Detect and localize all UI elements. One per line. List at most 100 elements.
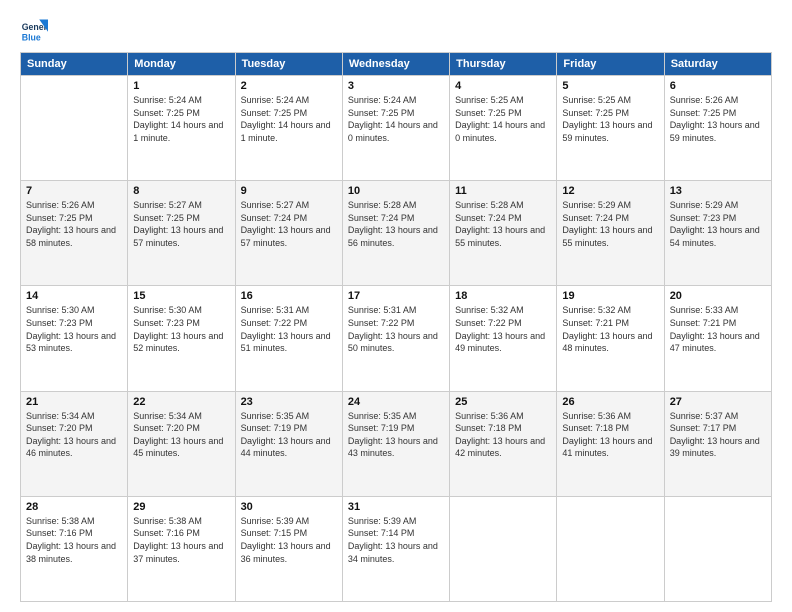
day-number: 11 [455,185,551,197]
calendar-cell: 23 Sunrise: 5:35 AMSunset: 7:19 PMDayligh… [235,391,342,496]
cell-info: Sunrise: 5:34 AMSunset: 7:20 PMDaylight:… [133,410,229,460]
calendar-cell [664,496,771,601]
calendar-cell: 16Sunrise: 5:31 AMSunset: 7:22 PMDayligh… [235,286,342,391]
day-number: 2 [241,80,337,92]
day-number: 19 [562,290,658,302]
week-row-1: 1 Sunrise: 5:24 AMSunset: 7:25 PMDaylight… [21,76,772,181]
cell-info: Sunrise: 5:32 AMSunset: 7:21 PMDaylight:… [562,304,658,354]
cell-info: Sunrise: 5:30 AMSunset: 7:23 PMDaylight:… [26,304,122,354]
cell-info: Sunrise: 5:33 AMSunset: 7:21 PMDaylight:… [670,304,766,354]
cell-info: Sunrise: 5:27 AMSunset: 7:25 PMDaylight:… [133,199,229,249]
calendar-cell [450,496,557,601]
cell-info: Sunrise: 5:35 AMSunset: 7:19 PMDaylight:… [348,410,444,460]
cell-info: Sunrise: 5:36 AMSunset: 7:18 PMDaylight:… [455,410,551,460]
day-number: 9 [241,185,337,197]
calendar-cell: 19 Sunrise: 5:32 AMSunset: 7:21 PMDayligh… [557,286,664,391]
cell-info: Sunrise: 5:39 AMSunset: 7:14 PMDaylight:… [348,515,444,565]
calendar-cell: 18 Sunrise: 5:32 AMSunset: 7:22 PMDayligh… [450,286,557,391]
cell-info: Sunrise: 5:24 AMSunset: 7:25 PMDaylight:… [133,94,229,144]
day-number: 21 [26,396,122,408]
calendar-cell: 24Sunrise: 5:35 AMSunset: 7:19 PMDayligh… [342,391,449,496]
day-number: 6 [670,80,766,92]
day-number: 4 [455,80,551,92]
weekday-header-friday: Friday [557,53,664,76]
calendar-cell: 6 Sunrise: 5:26 AMSunset: 7:25 PMDaylight… [664,76,771,181]
calendar-cell: 11 Sunrise: 5:28 AMSunset: 7:24 PMDayligh… [450,181,557,286]
calendar-cell: 28 Sunrise: 5:38 AMSunset: 7:16 PMDayligh… [21,496,128,601]
day-number: 22 [133,396,229,408]
cell-info: Sunrise: 5:26 AMSunset: 7:25 PMDaylight:… [670,94,766,144]
cell-info: Sunrise: 5:25 AMSunset: 7:25 PMDaylight:… [562,94,658,144]
cell-info: Sunrise: 5:35 AMSunset: 7:19 PMDaylight:… [241,410,337,460]
calendar-page: General Blue SundayMondayTuesdayWednesda… [0,0,792,612]
day-number: 31 [348,501,444,513]
cell-info: Sunrise: 5:25 AMSunset: 7:25 PMDaylight:… [455,94,551,144]
weekday-header-row: SundayMondayTuesdayWednesdayThursdayFrid… [21,53,772,76]
logo-icon: General Blue [20,16,48,44]
calendar-cell: 14 Sunrise: 5:30 AMSunset: 7:23 PMDayligh… [21,286,128,391]
day-number: 20 [670,290,766,302]
cell-info: Sunrise: 5:32 AMSunset: 7:22 PMDaylight:… [455,304,551,354]
calendar-cell: 26 Sunrise: 5:36 AMSunset: 7:18 PMDayligh… [557,391,664,496]
day-number: 18 [455,290,551,302]
calendar-cell: 15Sunrise: 5:30 AMSunset: 7:23 PMDayligh… [128,286,235,391]
calendar-cell: 27Sunrise: 5:37 AMSunset: 7:17 PMDayligh… [664,391,771,496]
logo: General Blue [20,16,52,44]
day-number: 16 [241,290,337,302]
day-number: 25 [455,396,551,408]
cell-info: Sunrise: 5:38 AMSunset: 7:16 PMDaylight:… [26,515,122,565]
day-number: 17 [348,290,444,302]
weekday-header-thursday: Thursday [450,53,557,76]
weekday-header-wednesday: Wednesday [342,53,449,76]
calendar-cell: 10 Sunrise: 5:28 AMSunset: 7:24 PMDayligh… [342,181,449,286]
day-number: 8 [133,185,229,197]
header: General Blue [20,16,772,44]
calendar-cell: 12Sunrise: 5:29 AMSunset: 7:24 PMDayligh… [557,181,664,286]
calendar-cell: 20 Sunrise: 5:33 AMSunset: 7:21 PMDayligh… [664,286,771,391]
cell-info: Sunrise: 5:36 AMSunset: 7:18 PMDaylight:… [562,410,658,460]
calendar-cell: 22 Sunrise: 5:34 AMSunset: 7:20 PMDayligh… [128,391,235,496]
cell-info: Sunrise: 5:34 AMSunset: 7:20 PMDaylight:… [26,410,122,460]
day-number: 7 [26,185,122,197]
calendar-table: SundayMondayTuesdayWednesdayThursdayFrid… [20,52,772,602]
week-row-5: 28 Sunrise: 5:38 AMSunset: 7:16 PMDayligh… [21,496,772,601]
cell-info: Sunrise: 5:29 AMSunset: 7:24 PMDaylight:… [562,199,658,249]
calendar-cell: 2 Sunrise: 5:24 AMSunset: 7:25 PMDaylight… [235,76,342,181]
cell-info: Sunrise: 5:28 AMSunset: 7:24 PMDaylight:… [455,199,551,249]
day-number: 28 [26,501,122,513]
cell-info: Sunrise: 5:28 AMSunset: 7:24 PMDaylight:… [348,199,444,249]
day-number: 1 [133,80,229,92]
calendar-cell: 29Sunrise: 5:38 AMSunset: 7:16 PMDayligh… [128,496,235,601]
weekday-header-saturday: Saturday [664,53,771,76]
calendar-cell: 8 Sunrise: 5:27 AMSunset: 7:25 PMDaylight… [128,181,235,286]
day-number: 27 [670,396,766,408]
calendar-cell: 30 Sunrise: 5:39 AMSunset: 7:15 PMDayligh… [235,496,342,601]
cell-info: Sunrise: 5:24 AMSunset: 7:25 PMDaylight:… [241,94,337,144]
day-number: 10 [348,185,444,197]
calendar-cell: 1 Sunrise: 5:24 AMSunset: 7:25 PMDaylight… [128,76,235,181]
calendar-cell: 5Sunrise: 5:25 AMSunset: 7:25 PMDaylight… [557,76,664,181]
calendar-cell: 13 Sunrise: 5:29 AMSunset: 7:23 PMDayligh… [664,181,771,286]
calendar-cell: 31 Sunrise: 5:39 AMSunset: 7:14 PMDayligh… [342,496,449,601]
day-number: 3 [348,80,444,92]
cell-info: Sunrise: 5:39 AMSunset: 7:15 PMDaylight:… [241,515,337,565]
cell-info: Sunrise: 5:24 AMSunset: 7:25 PMDaylight:… [348,94,444,144]
calendar-cell: 17Sunrise: 5:31 AMSunset: 7:22 PMDayligh… [342,286,449,391]
calendar-cell: 7 Sunrise: 5:26 AMSunset: 7:25 PMDaylight… [21,181,128,286]
calendar-cell: 21 Sunrise: 5:34 AMSunset: 7:20 PMDayligh… [21,391,128,496]
day-number: 30 [241,501,337,513]
weekday-header-sunday: Sunday [21,53,128,76]
cell-info: Sunrise: 5:27 AMSunset: 7:24 PMDaylight:… [241,199,337,249]
calendar-cell: 3 Sunrise: 5:24 AMSunset: 7:25 PMDaylight… [342,76,449,181]
calendar-cell [21,76,128,181]
svg-text:Blue: Blue [22,33,41,43]
week-row-3: 14 Sunrise: 5:30 AMSunset: 7:23 PMDayligh… [21,286,772,391]
day-number: 26 [562,396,658,408]
day-number: 29 [133,501,229,513]
day-number: 13 [670,185,766,197]
weekday-header-monday: Monday [128,53,235,76]
cell-info: Sunrise: 5:29 AMSunset: 7:23 PMDaylight:… [670,199,766,249]
day-number: 14 [26,290,122,302]
day-number: 23 [241,396,337,408]
cell-info: Sunrise: 5:26 AMSunset: 7:25 PMDaylight:… [26,199,122,249]
